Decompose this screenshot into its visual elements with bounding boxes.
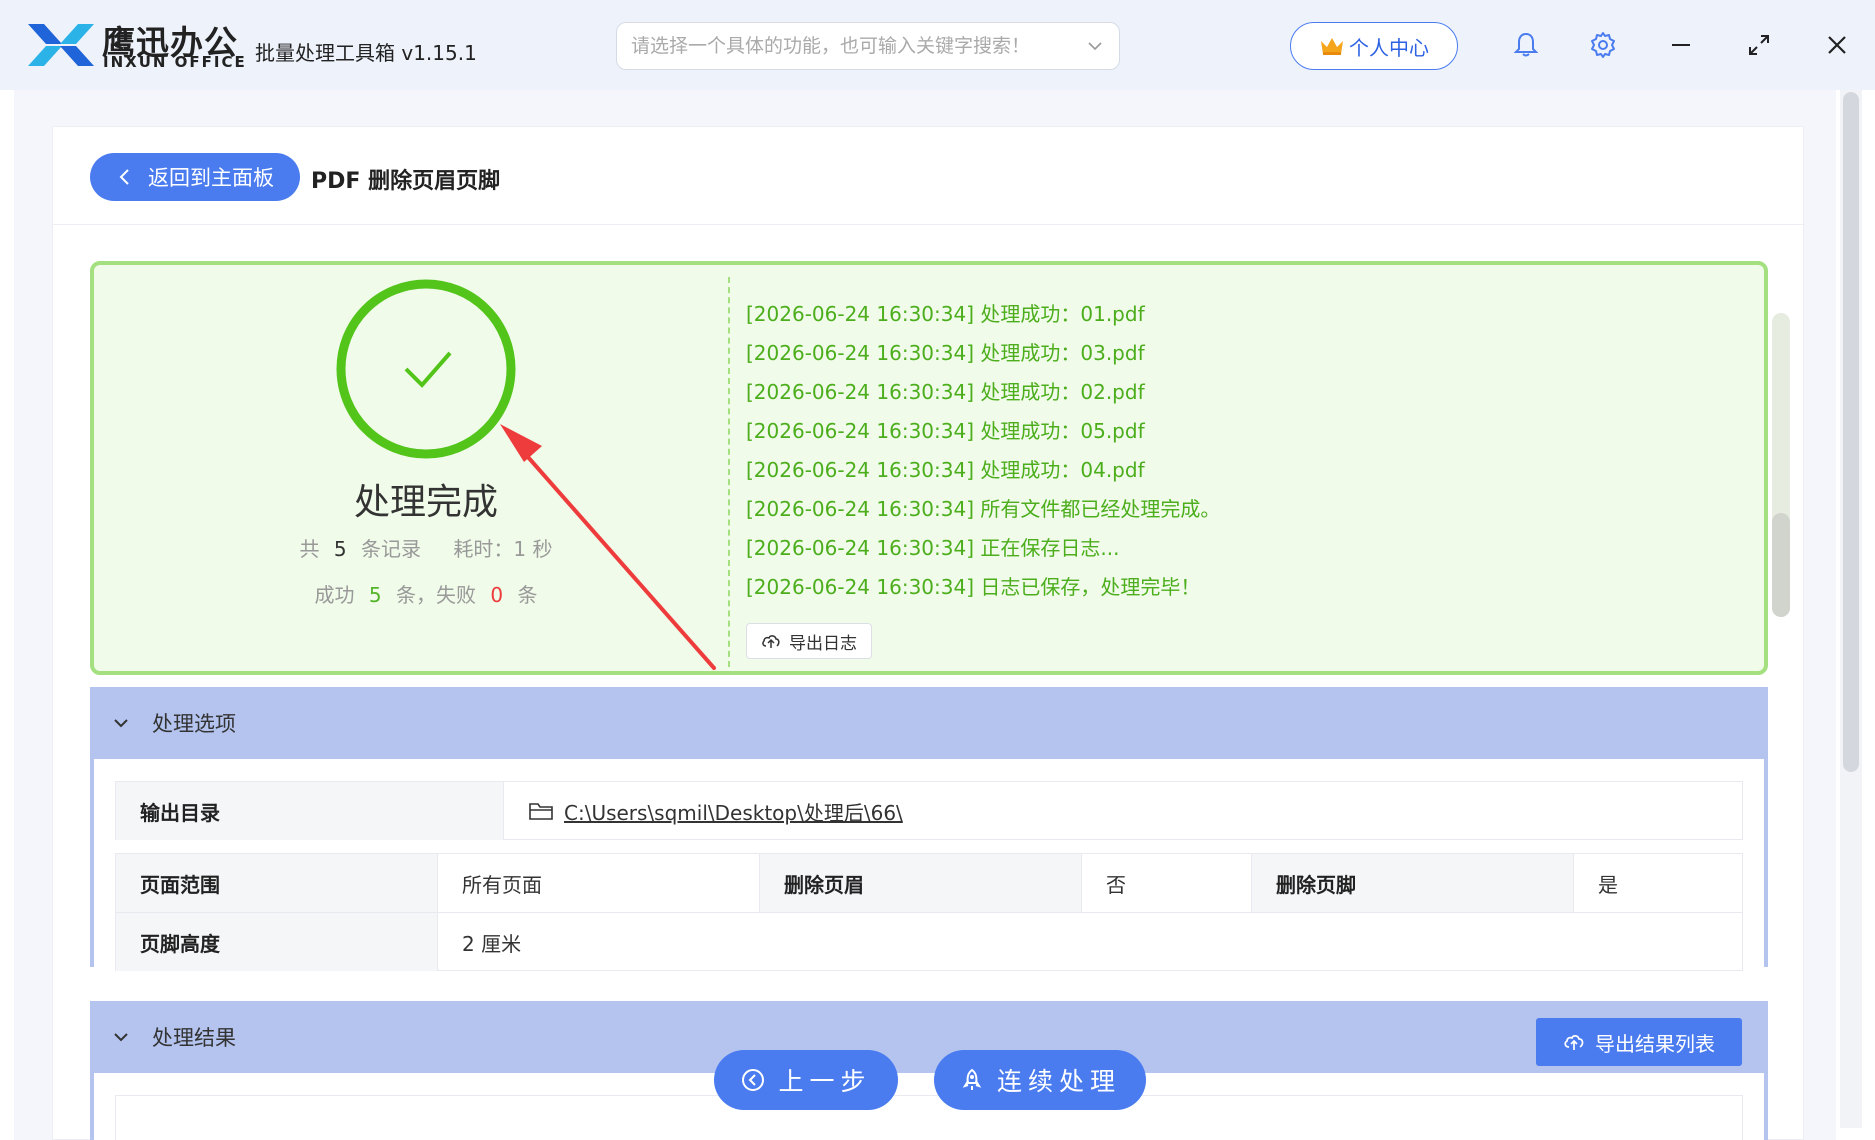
delete-header-value: 否 bbox=[1082, 854, 1252, 912]
page-scrollbar-thumb[interactable] bbox=[1843, 92, 1859, 772]
bell-icon[interactable] bbox=[1511, 30, 1541, 60]
success-prefix: 成功 bbox=[314, 583, 355, 607]
export-log-label: 导出日志 bbox=[789, 633, 857, 654]
brand-name-en: INXUN OFFICE bbox=[103, 53, 247, 71]
back-circle-icon bbox=[742, 1069, 765, 1091]
fail-count: 0 bbox=[490, 583, 504, 607]
previous-step-label: 上一步 bbox=[778, 1067, 872, 1096]
log-line: [2026-06-24 16:30:34] 处理成功：05.pdf bbox=[746, 419, 1145, 443]
inxun-logo-icon bbox=[28, 24, 94, 66]
chevron-down-icon bbox=[114, 719, 128, 728]
output-dir-label: 输出目录 bbox=[116, 782, 504, 840]
result-summary: 处理完成 共 5 条记录 耗时：1 秒 成功 5 条，失败 0 条 [2026-… bbox=[90, 261, 1790, 675]
options-section-title: 处理选项 bbox=[152, 712, 236, 736]
output-dir-table: 输出目录 C:\Users\sqmil\Desktop\处理后\66\ bbox=[115, 781, 1743, 840]
results-section-body bbox=[90, 1073, 1768, 1140]
rocket-icon bbox=[962, 1068, 982, 1090]
gear-icon[interactable] bbox=[1588, 30, 1618, 60]
folder-icon bbox=[529, 803, 553, 820]
log-line: [2026-06-24 16:30:34] 所有文件都已经处理完成。 bbox=[746, 497, 1221, 521]
page-header: 返回到主面板 PDF 删除页眉页脚 bbox=[53, 127, 1805, 225]
delete-footer-label: 删除页脚 bbox=[1252, 854, 1574, 912]
options-section-header[interactable]: 处理选项 bbox=[90, 687, 1768, 759]
cloud-upload-icon bbox=[762, 635, 780, 648]
page-title: PDF 删除页眉页脚 bbox=[311, 169, 501, 194]
search-input[interactable] bbox=[631, 31, 1071, 61]
back-button-label: 返回到主面板 bbox=[148, 166, 274, 190]
process-log: [2026-06-24 16:30:34] 处理成功：01.pdf [2026-… bbox=[746, 295, 1726, 607]
success-count: 5 bbox=[368, 583, 382, 607]
elapsed-time: 耗时：1 秒 bbox=[453, 537, 553, 561]
function-search[interactable] bbox=[616, 22, 1120, 70]
app-title: 批量处理工具箱 v1.15.1 bbox=[255, 41, 477, 65]
footer-height-label: 页脚高度 bbox=[116, 913, 438, 971]
close-icon[interactable] bbox=[1822, 30, 1852, 60]
export-result-list-label: 导出结果列表 bbox=[1595, 1031, 1715, 1056]
log-scrollbar-thumb[interactable] bbox=[1772, 513, 1790, 617]
chevron-down-icon[interactable] bbox=[1085, 36, 1105, 56]
output-dir-link[interactable]: C:\Users\sqmil\Desktop\处理后\66\ bbox=[564, 797, 903, 826]
total-count: 5 bbox=[333, 537, 347, 561]
crown-icon bbox=[1321, 38, 1343, 55]
continue-processing-button[interactable]: 连续处理 bbox=[934, 1050, 1146, 1110]
page-range-value: 所有页面 bbox=[438, 854, 760, 912]
success-fail-stats: 成功 5 条，失败 0 条 bbox=[94, 579, 758, 608]
maximize-icon[interactable] bbox=[1744, 30, 1774, 60]
results-section-header[interactable]: 处理结果 bbox=[90, 1001, 1768, 1073]
output-dir-cell: C:\Users\sqmil\Desktop\处理后\66\ bbox=[504, 782, 1742, 840]
previous-step-button[interactable]: 上一步 bbox=[714, 1050, 898, 1110]
chevron-down-icon bbox=[114, 1033, 128, 1042]
title-bar: 鹰迅办公 INXUN OFFICE 批量处理工具箱 v1.15.1 个人中心 bbox=[0, 0, 1875, 90]
results-table bbox=[115, 1095, 1743, 1140]
continue-processing-label: 连续处理 bbox=[996, 1067, 1121, 1096]
personal-center-label: 个人中心 bbox=[1349, 35, 1429, 60]
export-log-button[interactable]: 导出日志 bbox=[746, 623, 872, 659]
back-to-dashboard-button[interactable]: 返回到主面板 bbox=[90, 153, 300, 201]
log-line: [2026-06-24 16:30:34] 处理成功：04.pdf bbox=[746, 458, 1145, 482]
results-section-title: 处理结果 bbox=[152, 1026, 236, 1050]
footer-height-value: 2 厘米 bbox=[462, 931, 522, 956]
success-check-icon bbox=[336, 279, 516, 459]
minimize-icon[interactable] bbox=[1666, 30, 1696, 60]
page-range-label: 页面范围 bbox=[116, 854, 438, 912]
cloud-upload-icon bbox=[1564, 1035, 1584, 1050]
options-section-body: 输出目录 C:\Users\sqmil\Desktop\处理后\66\ 页面范围… bbox=[90, 759, 1768, 971]
log-line: [2026-06-24 16:30:34] 处理成功：03.pdf bbox=[746, 341, 1145, 365]
export-result-list-button[interactable]: 导出结果列表 bbox=[1536, 1018, 1742, 1066]
success-suffix: 条，失败 bbox=[396, 583, 476, 607]
completion-title: 处理完成 bbox=[353, 482, 498, 523]
log-line: [2026-06-24 16:30:34] 日志已保存，处理完毕！ bbox=[746, 575, 1201, 599]
result-divider bbox=[728, 277, 730, 667]
total-suffix: 条记录 bbox=[361, 537, 421, 561]
chevron-left-icon bbox=[119, 169, 129, 185]
delete-header-label: 删除页眉 bbox=[760, 854, 1082, 912]
main-panel: 返回到主面板 PDF 删除页眉页脚 处理完成 共 5 条记录 耗时：1 秒 成功… bbox=[52, 126, 1805, 1140]
personal-center-button[interactable]: 个人中心 bbox=[1290, 22, 1458, 70]
log-line: [2026-06-24 16:30:34] 处理成功：01.pdf bbox=[746, 302, 1145, 326]
settings-table: 页面范围 所有页面 删除页眉 否 删除页脚 是 页脚高度 2 厘米 bbox=[115, 853, 1743, 971]
fail-suffix: 条 bbox=[517, 583, 538, 607]
delete-footer-value: 是 bbox=[1598, 872, 1618, 897]
record-stats: 共 5 条记录 耗时：1 秒 bbox=[94, 533, 758, 562]
total-prefix: 共 bbox=[299, 537, 320, 561]
log-line: [2026-06-24 16:30:34] 正在保存日志... bbox=[746, 536, 1120, 560]
log-line: [2026-06-24 16:30:34] 处理成功：02.pdf bbox=[746, 380, 1145, 404]
